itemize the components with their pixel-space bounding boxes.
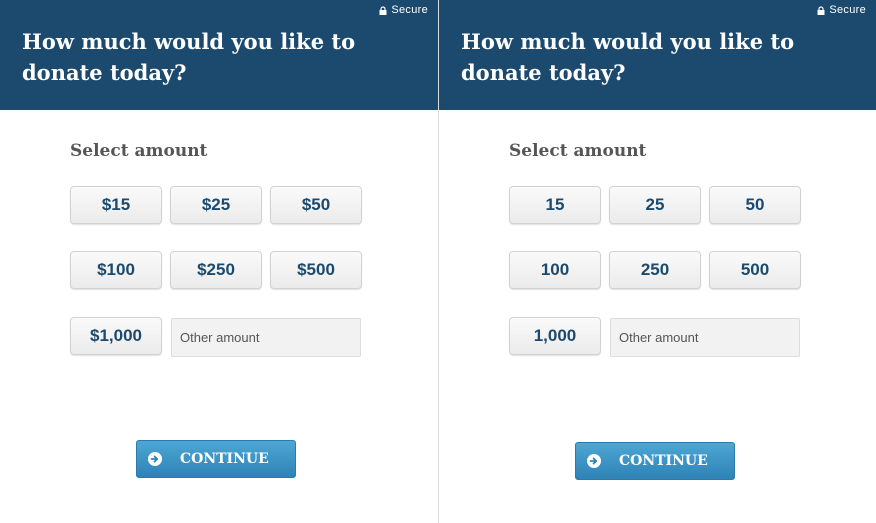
arrow-right-circle-icon — [587, 454, 601, 468]
lock-icon — [817, 5, 825, 15]
amount-button-15[interactable]: 15 — [509, 186, 601, 224]
donation-panel-right: Secure How much would you like to donate… — [438, 0, 876, 523]
amount-button-50[interactable]: $50 — [270, 186, 362, 224]
amount-button-1000[interactable]: 1,000 — [509, 317, 601, 355]
amount-button-25[interactable]: 25 — [609, 186, 701, 224]
select-amount-label: Select amount — [509, 141, 647, 161]
page-title: How much would you like to donate today? — [461, 29, 795, 85]
select-amount-label: Select amount — [70, 141, 208, 161]
page-title: How much would you like to donate today? — [22, 29, 356, 85]
continue-button[interactable]: CONTINUE — [575, 442, 735, 480]
secure-label: Secure — [829, 4, 866, 16]
amount-button-15[interactable]: $15 — [70, 186, 162, 224]
amount-button-100[interactable]: $100 — [70, 251, 162, 289]
page-header: Secure How much would you like to donate… — [0, 0, 438, 110]
lock-icon — [379, 5, 387, 15]
continue-button[interactable]: CONTINUE — [136, 440, 296, 478]
amount-button-25[interactable]: $25 — [170, 186, 262, 224]
donation-panel-left: Secure How much would you like to donate… — [0, 0, 438, 523]
page-header: Secure How much would you like to donate… — [439, 0, 876, 110]
amount-button-500[interactable]: 500 — [709, 251, 801, 289]
other-amount-input[interactable] — [610, 318, 800, 357]
amount-button-1000[interactable]: $1,000 — [70, 317, 162, 355]
continue-label: CONTINUE — [619, 453, 708, 469]
secure-indicator: Secure — [379, 4, 428, 16]
amount-button-500[interactable]: $500 — [270, 251, 362, 289]
amount-button-250[interactable]: $250 — [170, 251, 262, 289]
secure-indicator: Secure — [817, 4, 866, 16]
arrow-right-circle-icon — [148, 452, 162, 466]
other-amount-input[interactable] — [171, 318, 361, 357]
amount-button-100[interactable]: 100 — [509, 251, 601, 289]
continue-label: CONTINUE — [180, 451, 269, 467]
amount-button-250[interactable]: 250 — [609, 251, 701, 289]
secure-label: Secure — [391, 4, 428, 16]
amount-button-50[interactable]: 50 — [709, 186, 801, 224]
